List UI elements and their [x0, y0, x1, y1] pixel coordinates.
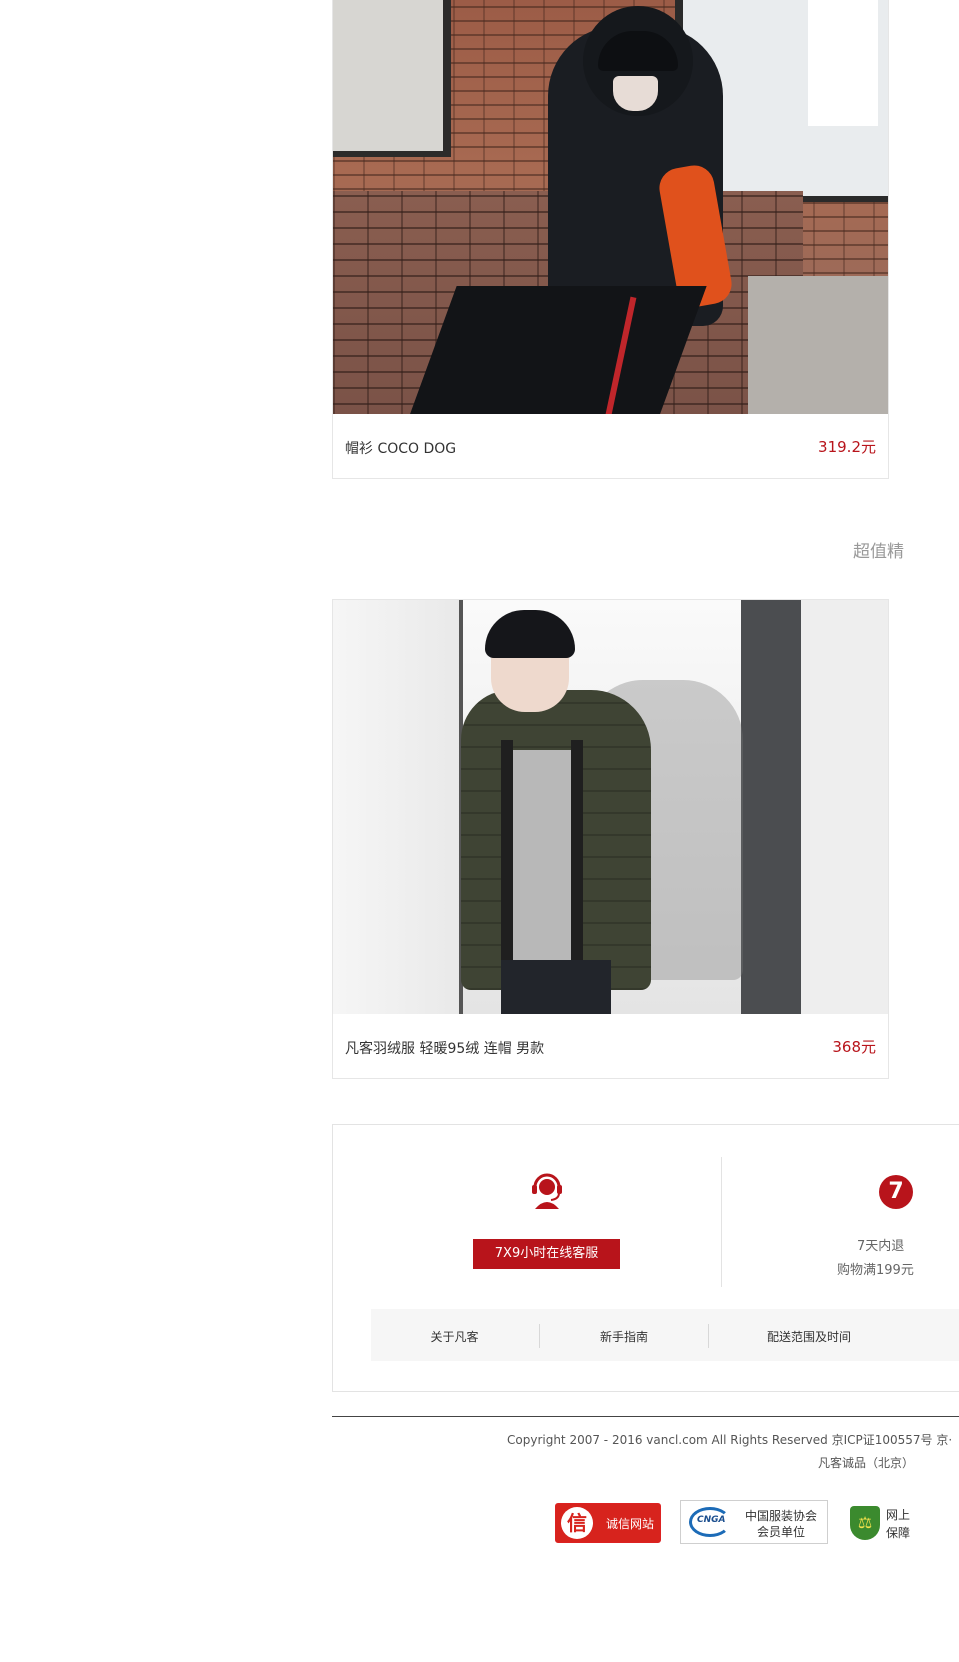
- footer-link-delivery[interactable]: 配送范围及时间: [709, 1309, 909, 1361]
- badge-label: 网上: [886, 1508, 911, 1522]
- footer-nav: 关于凡客 新手指南 配送范围及时间: [371, 1309, 959, 1361]
- product-price: 368元: [832, 1038, 876, 1056]
- face-mask: [613, 76, 658, 111]
- product-info: 帽衫 COCO DOG 319.2元: [333, 414, 888, 478]
- free-shipping-text: 购物满199元: [837, 1263, 914, 1278]
- product-info: 凡客羽绒服 轻暖95绒 连帽 男款 368元: [333, 1014, 888, 1078]
- section-title: 超值精: [853, 542, 904, 562]
- product-name[interactable]: 凡客羽绒服 轻暖95绒 连帽 男款: [345, 1038, 544, 1058]
- company-name: 凡客诚品（北京）: [818, 1456, 915, 1470]
- pants: [409, 286, 707, 414]
- service-panel: 7X9小时在线客服 7 7天内退 购物满199元 关于凡客 新手指南 配送范围及…: [332, 1124, 959, 1392]
- product-card[interactable]: 帽衫 COCO DOG 319.2元: [332, 0, 889, 479]
- online-service-button[interactable]: 7X9小时在线客服: [473, 1239, 620, 1269]
- badge-label: 会员单位: [757, 1525, 806, 1539]
- cardigan-right: [571, 740, 583, 970]
- cnga-logo-text: CNGA: [697, 1515, 726, 1525]
- door: [741, 600, 801, 1014]
- shirt: [511, 750, 571, 960]
- shield-icon: ⚖: [850, 1506, 880, 1540]
- online-protection-badge[interactable]: ⚖ 网上 保障: [848, 1502, 959, 1544]
- badge-label: 中国服装协会: [745, 1509, 818, 1523]
- return-policy-text: 7天内退: [857, 1239, 905, 1254]
- customer-service-icon: [532, 1173, 562, 1209]
- wall-left: [333, 600, 461, 1014]
- wall-right: [801, 600, 888, 1014]
- cnga-member-badge[interactable]: CNGA 中国服装协会 会员单位: [680, 1500, 828, 1544]
- jeans: [501, 960, 611, 1014]
- trusted-site-badge[interactable]: 信 诚信网站: [555, 1503, 661, 1543]
- footer-link-about[interactable]: 关于凡客: [371, 1309, 538, 1361]
- window-left: [333, 0, 451, 157]
- product-price: 319.2元: [818, 438, 876, 456]
- pavement: [748, 276, 888, 414]
- badge-label: 诚信网站: [606, 1517, 655, 1531]
- copyright-text: Copyright 2007 - 2016 vancl.com All Righ…: [507, 1433, 953, 1447]
- seven-day-return-icon: 7: [879, 1175, 913, 1209]
- product-card[interactable]: 凡客羽绒服 轻暖95绒 连帽 男款 368元: [332, 599, 889, 1079]
- cardigan-left: [501, 740, 513, 970]
- divider: [721, 1157, 722, 1287]
- footer-link-guide[interactable]: 新手指南: [540, 1309, 708, 1361]
- footer-divider: [332, 1416, 959, 1417]
- product-image[interactable]: [333, 0, 888, 414]
- product-image[interactable]: [333, 600, 888, 1014]
- badge-label: 保障: [886, 1526, 911, 1540]
- trust-logo-icon: 信: [561, 1507, 593, 1539]
- product-name[interactable]: 帽衫 COCO DOG: [345, 438, 456, 458]
